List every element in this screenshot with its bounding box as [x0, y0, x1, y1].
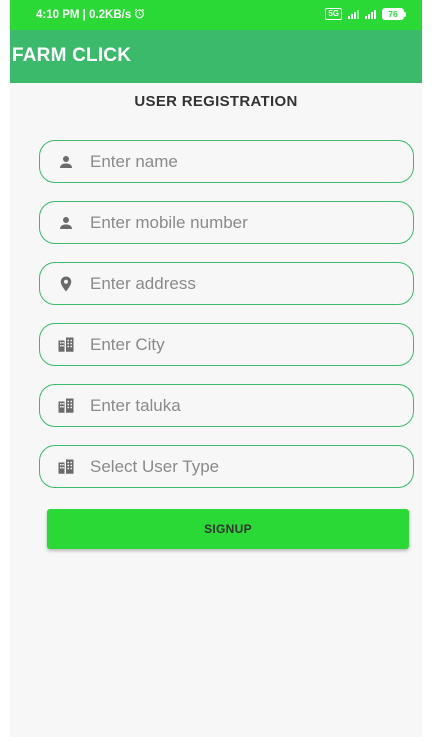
- app-bar: FARM CLICK: [10, 30, 422, 83]
- name-input[interactable]: [90, 146, 390, 177]
- status-left: 4:10 PM | 0.2KB/s: [36, 8, 145, 22]
- city-buildings-icon: [56, 396, 76, 416]
- address-input[interactable]: [90, 268, 390, 299]
- city-input[interactable]: [90, 329, 390, 360]
- city-buildings-icon: [56, 335, 76, 355]
- user-type-input[interactable]: [90, 451, 390, 482]
- form-title: USER REGISTRATION: [134, 93, 298, 110]
- phone-screen: 4:10 PM | 0.2KB/s 5G 76 FARM CLICK USER …: [10, 0, 422, 737]
- battery-icon: 76: [382, 8, 406, 20]
- battery-level: 76: [382, 8, 404, 20]
- mobile-number-field[interactable]: [39, 201, 414, 244]
- alarm-clock-icon: [134, 8, 145, 22]
- signal-icon: [348, 9, 359, 19]
- sim-label: 5G: [325, 8, 342, 20]
- taluka-field[interactable]: [39, 384, 414, 427]
- status-time: 4:10 PM | 0.2KB/s: [36, 9, 132, 21]
- location-pin-icon: [56, 274, 76, 294]
- app-title: FARM CLICK: [12, 45, 132, 66]
- city-field[interactable]: [39, 323, 414, 366]
- status-bar: 4:10 PM | 0.2KB/s 5G 76: [10, 0, 422, 30]
- signup-button[interactable]: SIGNUP: [47, 509, 409, 549]
- status-right: 5G 76: [325, 8, 406, 20]
- city-buildings-icon: [56, 457, 76, 477]
- mobile-number-input[interactable]: [90, 207, 390, 238]
- name-field[interactable]: [39, 140, 414, 183]
- battery-tip: [404, 11, 406, 17]
- address-field[interactable]: [39, 262, 414, 305]
- user-type-field[interactable]: [39, 445, 414, 488]
- person-icon: [56, 152, 76, 172]
- person-icon: [56, 213, 76, 233]
- taluka-input[interactable]: [90, 390, 390, 421]
- signal-icon-2: [365, 9, 376, 19]
